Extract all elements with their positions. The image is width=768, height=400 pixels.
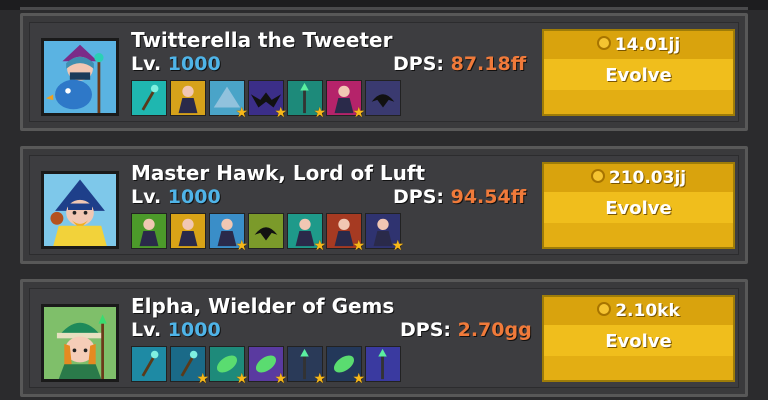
- raven-icon: [371, 94, 395, 108]
- evolve-button[interactable]: 2.10kk Evolve: [542, 295, 735, 382]
- bird-rider-icon: [178, 85, 198, 114]
- cost-value: 2.10kk: [615, 301, 680, 321]
- skill-slot[interactable]: ★: [287, 80, 326, 121]
- hero-row-elpha: Elpha, Wielder of Gems Lv. 1000 DPS: 2.7…: [20, 279, 748, 397]
- skill-list: ★ ★ ★ ★ ★: [131, 346, 401, 387]
- skill-slot[interactable]: [365, 80, 401, 116]
- hero-dps: DPS: 87.18ff: [393, 53, 526, 75]
- evolve-cost: 210.03jj: [544, 164, 733, 192]
- skill-slot[interactable]: [131, 346, 167, 382]
- level-label: Lv.: [131, 53, 162, 75]
- hero-row-master-hawk: Master Hawk, Lord of Luft Lv. 1000 DPS: …: [20, 146, 748, 264]
- cost-value: 14.01jj: [614, 35, 681, 55]
- coin-icon: [596, 36, 611, 50]
- dps-value: 94.54ff: [450, 186, 527, 208]
- skill-slot[interactable]: [248, 213, 284, 249]
- evolve-button[interactable]: 210.03jj Evolve: [542, 162, 735, 249]
- hero-row-twitterella: Twitterella the Tweeter Lv. 1000 DPS: 87…: [20, 13, 748, 131]
- staff-icon: [141, 84, 159, 111]
- skill-list: ★ ★ ★ ★: [131, 213, 404, 254]
- dps-label: DPS:: [393, 53, 444, 75]
- hero-level: Lv. 1000: [131, 53, 221, 75]
- evolve-cost: 2.10kk: [544, 297, 733, 325]
- level-label: Lv.: [131, 186, 162, 208]
- star-icon: ★: [352, 371, 365, 387]
- skill-slot[interactable]: [131, 213, 167, 249]
- hero-level: Lv. 1000: [131, 319, 221, 341]
- evolve-label: Evolve: [605, 65, 672, 86]
- skill-slot[interactable]: ★: [365, 213, 404, 254]
- star-icon: ★: [352, 238, 365, 254]
- twitterella-avatar-icon: [44, 41, 116, 113]
- hawk-icon: [254, 227, 278, 241]
- elpha-avatar-icon: [44, 307, 116, 379]
- star-icon: ★: [274, 371, 287, 387]
- master-hawk-avatar-icon: [44, 174, 116, 246]
- star-icon: ★: [313, 105, 326, 121]
- dps-label: DPS:: [393, 186, 444, 208]
- dps-value: 87.18ff: [450, 53, 527, 75]
- star-icon: ★: [313, 371, 326, 387]
- evolve-label: Evolve: [605, 198, 672, 219]
- skill-slot[interactable]: [365, 346, 401, 382]
- duck-icon: [178, 218, 198, 247]
- hero-name: Elpha, Wielder of Gems: [131, 294, 395, 318]
- skill-slot[interactable]: ★: [209, 346, 248, 387]
- crystal-wand-icon: [378, 348, 387, 380]
- level-value: 1000: [167, 53, 221, 75]
- hero-portrait-master-hawk[interactable]: [41, 171, 119, 249]
- skill-slot[interactable]: ★: [209, 80, 248, 121]
- dps-label: DPS:: [400, 319, 451, 341]
- star-icon: ★: [235, 105, 248, 121]
- level-label: Lv.: [131, 319, 162, 341]
- hero-portrait-twitterella[interactable]: [41, 38, 119, 116]
- hero-level: Lv. 1000: [131, 186, 221, 208]
- skill-slot[interactable]: ★: [326, 213, 365, 254]
- star-icon: ★: [352, 105, 365, 121]
- star-icon: ★: [274, 105, 287, 121]
- level-value: 1000: [167, 319, 221, 341]
- emerald-staff-icon: [141, 350, 159, 377]
- evolve-button[interactable]: 14.01jj Evolve: [542, 29, 735, 116]
- evolve-shade: [544, 90, 733, 114]
- cost-value: 210.03jj: [608, 168, 687, 188]
- skill-slot[interactable]: ★: [170, 346, 209, 387]
- coin-icon: [597, 302, 612, 316]
- hero-dps: DPS: 94.54ff: [393, 186, 526, 208]
- star-icon: ★: [196, 371, 209, 387]
- level-value: 1000: [167, 186, 221, 208]
- evolve-shade: [544, 356, 733, 380]
- hero-name: Twitterella the Tweeter: [131, 28, 393, 52]
- dps-value: 2.70gg: [457, 319, 532, 341]
- skill-slot[interactable]: ★: [287, 213, 326, 254]
- goblin-icon: [139, 218, 159, 247]
- skill-slot[interactable]: [170, 213, 206, 249]
- skill-slot[interactable]: ★: [287, 346, 326, 387]
- star-icon: ★: [313, 238, 326, 254]
- star-icon: ★: [235, 371, 248, 387]
- top-bar: [0, 0, 768, 10]
- evolve-shade: [544, 223, 733, 247]
- hero-portrait-elpha[interactable]: [41, 304, 119, 382]
- skill-slot[interactable]: [170, 80, 206, 116]
- skill-slot[interactable]: ★: [326, 346, 365, 387]
- skill-slot[interactable]: ★: [326, 80, 365, 121]
- skill-slot[interactable]: ★: [209, 213, 248, 254]
- star-icon: ★: [391, 238, 404, 254]
- hero-name: Master Hawk, Lord of Luft: [131, 161, 426, 185]
- skill-slot[interactable]: ★: [248, 80, 287, 121]
- evolve-cost: 14.01jj: [544, 31, 733, 59]
- star-icon: ★: [235, 238, 248, 254]
- skill-list: ★ ★ ★ ★: [131, 80, 401, 121]
- coin-icon: [590, 169, 605, 183]
- hero-dps: DPS: 2.70gg: [400, 319, 532, 341]
- skill-slot[interactable]: [131, 80, 167, 116]
- evolve-label: Evolve: [605, 331, 672, 352]
- skill-slot[interactable]: ★: [248, 346, 287, 387]
